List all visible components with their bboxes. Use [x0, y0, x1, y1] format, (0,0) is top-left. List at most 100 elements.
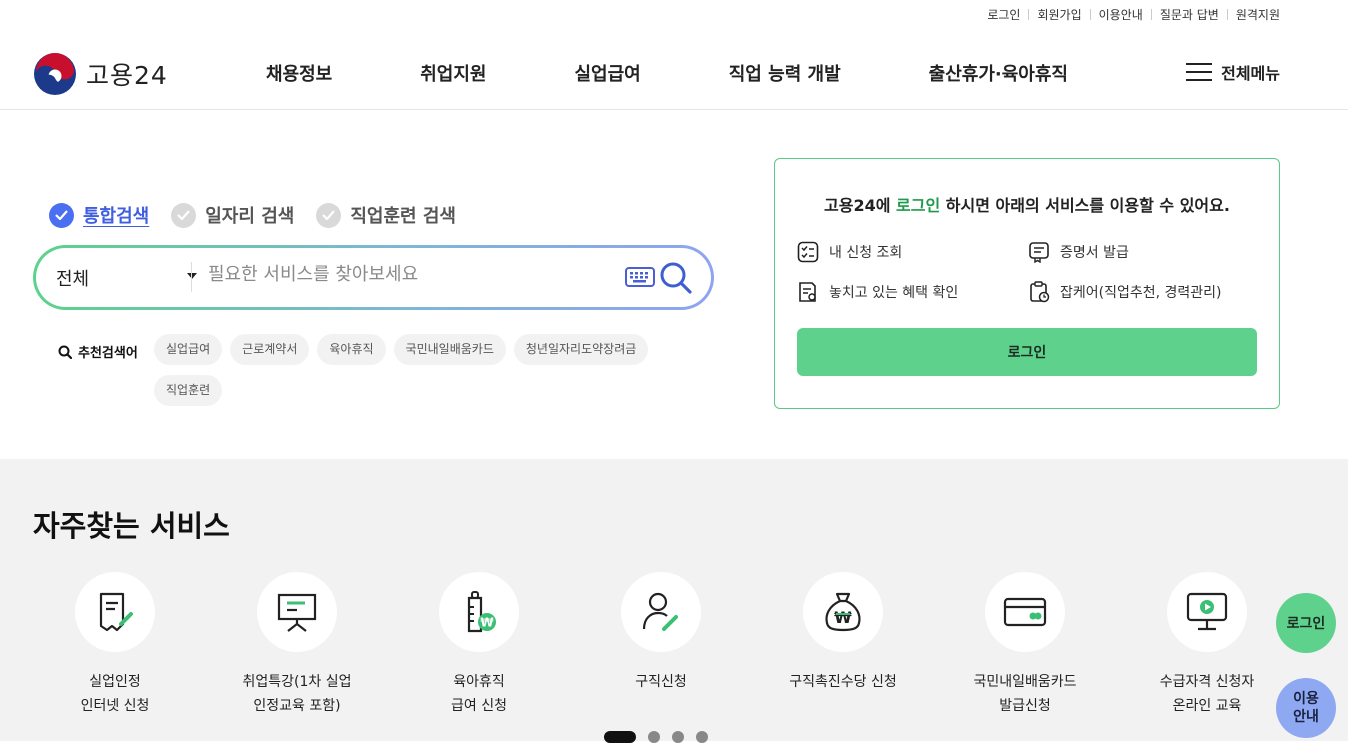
- keyword-chip[interactable]: 실업급여: [154, 334, 223, 365]
- pager-dot-active[interactable]: [604, 731, 636, 743]
- keyword-chip[interactable]: 국민내일배움카드: [393, 334, 506, 365]
- money-bag-won-icon: ₩: [825, 592, 861, 632]
- service-card-job-seeking-allowance[interactable]: ₩ 구직촉진수당 신청: [753, 572, 933, 694]
- keyword-chips: 실업급여 근로계약서 육아휴직 국민내일배움카드 청년일자리도약장려금 직업훈련: [154, 334, 714, 406]
- search-icon: [58, 345, 72, 359]
- keyword-chip[interactable]: 육아휴직: [317, 334, 386, 365]
- search-box: 전체: [33, 245, 714, 310]
- divider: [1028, 9, 1030, 20]
- main-nav: 채용정보 취업지원 실업급여 직업 능력 개발 출산휴가·육아휴직: [266, 60, 1068, 86]
- login-message: 고용24에 로그인 하시면 아래의 서비스를 이용할 수 있어요.: [775, 192, 1279, 216]
- pager-dot[interactable]: [696, 731, 708, 743]
- recommend-heading: 추천검색어: [58, 342, 138, 361]
- clipboard-clock-icon: [1030, 281, 1050, 303]
- keyboard-icon[interactable]: [625, 267, 655, 287]
- card-icon: [1003, 597, 1047, 627]
- category-value: 전체: [56, 269, 90, 290]
- search-icon[interactable]: [659, 261, 693, 295]
- login-panel: 고용24에 로그인 하시면 아래의 서비스를 이용할 수 있어요. 내 신청 조…: [774, 158, 1280, 409]
- recommend-title: 추천검색어: [78, 346, 138, 361]
- service-card-employment-lecture[interactable]: 취업특강(1차 실업 인정교육 포함): [207, 572, 387, 718]
- document-pen-icon: [99, 592, 133, 632]
- login-button[interactable]: 로그인: [797, 328, 1257, 376]
- service-card-label: 구직신청: [635, 674, 687, 690]
- all-menu-button[interactable]: 전체메뉴: [1186, 60, 1280, 84]
- site-header: 고용24 채용정보 취업지원 실업급여 직업 능력 개발 출산휴가·육아휴직 전…: [0, 36, 1348, 110]
- presentation-board-icon: [277, 593, 317, 632]
- service-card-parental-leave-pay[interactable]: ₩ 육아휴직 급여 신청: [389, 572, 569, 718]
- service-card-learning-card[interactable]: 국민내일배움카드 발급신청: [935, 572, 1115, 718]
- category-select[interactable]: 전체: [56, 265, 197, 291]
- service-card-online-education[interactable]: 수급자격 신청자 온라인 교육: [1117, 572, 1297, 718]
- search-tabs: 통합검색 일자리 검색 직업훈련 검색: [49, 202, 478, 228]
- logo-text: 고용24: [86, 61, 168, 90]
- logo[interactable]: 고용24: [33, 52, 168, 96]
- util-signup-link[interactable]: 회원가입: [1037, 6, 1081, 23]
- nav-item-employment-support[interactable]: 취업지원: [420, 60, 486, 86]
- service-label: 놓치고 있는 혜택 확인: [829, 285, 959, 301]
- floating-login-button[interactable]: 로그인: [1276, 593, 1336, 653]
- checklist-icon: [797, 241, 819, 263]
- service-card-label: 수급자격 신청자 온라인 교육: [1159, 674, 1255, 714]
- tab-label: 직업훈련 검색: [350, 206, 456, 227]
- taegeuk-logo-icon: [34, 53, 76, 95]
- service-card-label: 실업인정 인터넷 신청: [80, 674, 150, 714]
- util-qna-link[interactable]: 질문과 답변: [1160, 6, 1219, 23]
- keyword-chip[interactable]: 근로계약서: [230, 334, 310, 365]
- pager-dot[interactable]: [648, 731, 660, 743]
- service-my-applications: 내 신청 조회: [797, 241, 902, 263]
- login-msg-prefix: 고용24에: [824, 196, 897, 215]
- service-jobcare: 잡케어(직업추천, 경력관리): [1028, 281, 1222, 303]
- utility-bar: 로그인 회원가입 이용안내 질문과 답변 원격지원: [987, 6, 1280, 23]
- check-icon: [316, 202, 342, 228]
- certificate-icon: [1029, 242, 1049, 263]
- tab-training-search[interactable]: 직업훈련 검색: [316, 202, 456, 228]
- util-login-link[interactable]: 로그인: [987, 6, 1020, 23]
- pager-dot[interactable]: [672, 731, 684, 743]
- nav-item-jobs[interactable]: 채용정보: [266, 60, 332, 86]
- service-certificate: 증명서 발급: [1028, 241, 1129, 263]
- tab-label: 통합검색: [83, 206, 150, 227]
- monitor-play-icon: [1186, 592, 1228, 631]
- floating-guide-button[interactable]: 이용 안내: [1276, 678, 1336, 738]
- service-card-unemployment-recognition[interactable]: 실업인정 인터넷 신청: [25, 572, 205, 718]
- carousel-pager: [604, 731, 720, 743]
- login-msg-suffix: 하시면 아래의 서비스를 이용할 수 있어요.: [940, 196, 1230, 215]
- divider: [191, 262, 192, 292]
- svg-text:₩: ₩: [834, 608, 852, 627]
- service-card-label: 국민내일배움카드 발급신청: [973, 674, 1077, 714]
- check-icon: [171, 202, 197, 228]
- service-card-job-application[interactable]: 구직신청: [571, 572, 751, 694]
- search-input[interactable]: [208, 264, 618, 285]
- svg-text:₩: ₩: [480, 616, 494, 630]
- nav-item-skills-development[interactable]: 직업 능력 개발: [729, 60, 841, 86]
- tab-integrated-search[interactable]: 통합검색: [49, 202, 149, 228]
- caret-down-icon: [187, 273, 197, 279]
- nav-item-parental-leave[interactable]: 출산휴가·육아휴직: [929, 60, 1068, 86]
- util-remote-link[interactable]: 원격지원: [1236, 6, 1280, 23]
- service-card-label: 취업특강(1차 실업 인정교육 포함): [242, 674, 352, 714]
- divider: [1089, 9, 1091, 20]
- baby-bottle-won-icon: ₩: [467, 591, 496, 633]
- service-card-label: 구직촉진수당 신청: [789, 674, 897, 690]
- divider: [1150, 9, 1152, 20]
- service-label: 잡케어(직업추천, 경력관리): [1060, 285, 1222, 301]
- frequent-services-section: 자주찾는 서비스 실업인정 인터넷 신청 취업특강(1차 실업 인정교육 포함): [0, 459, 1348, 743]
- tab-label: 일자리 검색: [205, 206, 295, 227]
- service-missed-benefits: 놓치고 있는 혜택 확인: [797, 281, 958, 303]
- login-msg-highlight: 로그인: [896, 196, 941, 215]
- hamburger-icon: [1186, 63, 1213, 81]
- keyword-chip[interactable]: 직업훈련: [154, 375, 223, 406]
- divider: [1226, 9, 1228, 20]
- keyword-chip[interactable]: 청년일자리도약장려금: [513, 334, 649, 365]
- tab-job-search[interactable]: 일자리 검색: [171, 202, 294, 228]
- all-menu-label: 전체메뉴: [1221, 64, 1280, 83]
- check-icon: [49, 202, 74, 228]
- service-card-label: 육아휴직 급여 신청: [451, 674, 507, 714]
- service-label: 내 신청 조회: [829, 245, 903, 261]
- person-pen-icon: [642, 592, 678, 631]
- util-guide-link[interactable]: 이용안내: [1099, 6, 1143, 23]
- service-label: 증명서 발급: [1060, 245, 1129, 261]
- document-search-icon: [799, 282, 816, 302]
- nav-item-unemployment-benefit[interactable]: 실업급여: [575, 60, 641, 86]
